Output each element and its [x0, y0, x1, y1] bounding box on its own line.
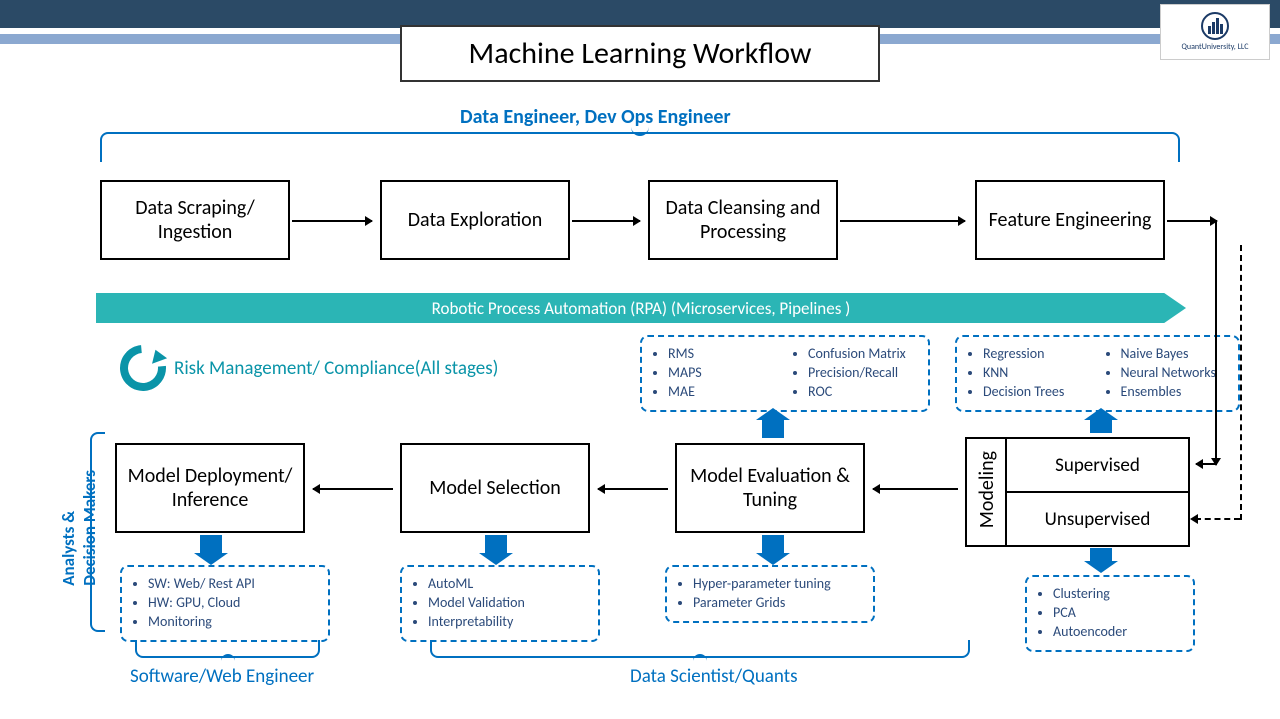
connector-dashed [1240, 245, 1242, 520]
logo: QuantUniversity, LLC [1160, 4, 1270, 60]
blue-arrow-down-icon [485, 535, 507, 555]
arrow-icon [313, 488, 393, 490]
top-bracket [100, 132, 1180, 162]
blue-arrow-up-icon [762, 418, 784, 438]
supervised-algos-box: Regression KNN Decision Trees Naive Baye… [955, 335, 1240, 412]
arrow-icon [840, 220, 965, 222]
stage-evaluation: Model Evaluation & Tuning [675, 443, 865, 533]
arrow-icon [598, 488, 668, 490]
page-title: Machine Learning Workflow [400, 25, 880, 82]
role-top-label: Data Engineer, Dev Ops Engineer [460, 105, 731, 129]
arrow-icon [873, 488, 958, 490]
connector-line [1215, 220, 1217, 465]
selection-details: AutoML Model Validation Interpretability [400, 565, 600, 642]
role-data-scientist: Data Scientist/Quants [630, 665, 798, 688]
stage-deployment: Model Deployment/ Inference [115, 443, 305, 533]
role-sw-engineer: Software/Web Engineer [130, 665, 314, 688]
connector-h [1167, 220, 1217, 222]
risk-text: Risk Management/ Compliance(All stages) [174, 357, 498, 380]
risk-compliance: Risk Management/ Compliance(All stages) [120, 345, 498, 391]
arrow-icon [572, 220, 640, 222]
arrow-head-icon [1190, 514, 1198, 524]
supervised-cell: Supervised [1007, 439, 1188, 493]
deployment-details: SW: Web/ Rest API HW: GPU, Cloud Monitor… [120, 565, 330, 642]
metrics-box: RMS MAPS MAE Confusion Matrix Precision/… [640, 335, 930, 412]
blue-arrow-down-icon [1090, 548, 1112, 563]
stage-data-exploration: Data Exploration [380, 180, 570, 260]
rpa-banner: Robotic Process Automation (RPA) (Micros… [96, 293, 1186, 323]
logo-text: QuantUniversity, LLC [1182, 42, 1249, 52]
modeling-vertical-label: Modeling [975, 451, 999, 528]
bracket-data-sci [430, 640, 970, 658]
left-bracket [90, 432, 105, 632]
blue-arrow-up-icon [1090, 418, 1112, 433]
tuning-details: Hyper-parameter tuning Parameter Grids [665, 565, 875, 623]
modeling-box: Modeling Supervised Unsupervised [965, 437, 1190, 547]
arrow-icon [292, 220, 372, 222]
unsupervised-details: Clustering PCA Autoencoder [1025, 575, 1195, 652]
stage-data-cleansing: Data Cleansing and Processing [648, 180, 838, 260]
unsupervised-cell: Unsupervised [1007, 493, 1188, 545]
cycle-icon [111, 336, 176, 401]
stage-selection: Model Selection [400, 443, 590, 533]
blue-arrow-down-icon [200, 535, 222, 555]
stage-feature-engineering: Feature Engineering [975, 180, 1165, 260]
bracket-sw-eng [135, 640, 320, 658]
connector-dashed-h [1195, 518, 1240, 520]
arrow-icon [1196, 463, 1216, 465]
blue-arrow-down-icon [762, 535, 784, 555]
stage-data-scraping: Data Scraping/ Ingestion [100, 180, 290, 260]
